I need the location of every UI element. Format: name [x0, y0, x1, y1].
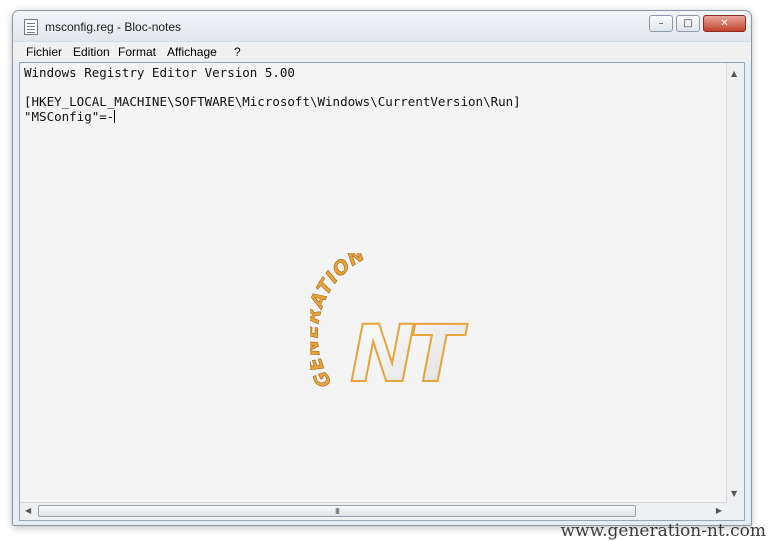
editor-line: [HKEY_LOCAL_MACHINE\SOFTWARE\Microsoft\W…: [24, 94, 521, 109]
watermark-url: www.generation-nt.com: [560, 521, 766, 541]
editor-line: Windows Registry Editor Version 5.00: [24, 65, 295, 80]
menu-affichage[interactable]: Affichage: [167, 45, 217, 59]
editor-line-text: "MSConfig"=-: [24, 108, 115, 124]
scroll-down-arrow-icon[interactable]: ▼: [731, 489, 737, 498]
text-caret: [114, 109, 116, 123]
notepad-icon[interactable]: [24, 19, 38, 35]
generation-nt-logo: GENERATION NT: [310, 253, 475, 393]
title-bar[interactable]: msconfig.reg - Bloc-notes – □ ✕: [13, 11, 751, 41]
window-title: msconfig.reg - Bloc-notes: [45, 20, 182, 34]
minimize-button[interactable]: –: [649, 15, 673, 32]
menu-edition[interactable]: Edition: [73, 45, 110, 59]
scroll-grip-icon: III: [334, 506, 340, 516]
menu-bar: Fichier Edition Format Affichage ?: [13, 41, 751, 62]
editor-line-current: "MSConfig"=-: [24, 108, 724, 125]
close-button[interactable]: ✕: [703, 15, 746, 32]
horizontal-scroll-thumb[interactable]: III: [38, 505, 636, 517]
menu-format[interactable]: Format: [118, 45, 156, 59]
logo-nt-letters: NT: [350, 310, 468, 393]
scroll-up-arrow-icon[interactable]: ▲: [731, 69, 737, 78]
maximize-button[interactable]: □: [676, 15, 700, 32]
menu-help[interactable]: ?: [234, 45, 241, 59]
scroll-left-arrow-icon[interactable]: ◀: [25, 506, 31, 515]
notepad-window: msconfig.reg - Bloc-notes – □ ✕ Fichier …: [12, 10, 752, 526]
scroll-right-arrow-icon[interactable]: ▶: [716, 506, 722, 515]
text-editor[interactable]: Windows Registry Editor Version 5.00 [HK…: [19, 62, 745, 521]
vertical-scrollbar[interactable]: ▲ ▼: [726, 63, 744, 504]
menu-fichier[interactable]: Fichier: [26, 45, 62, 59]
scrollbar-corner: [727, 503, 744, 520]
horizontal-scrollbar[interactable]: ◀ III ▶: [20, 502, 727, 520]
